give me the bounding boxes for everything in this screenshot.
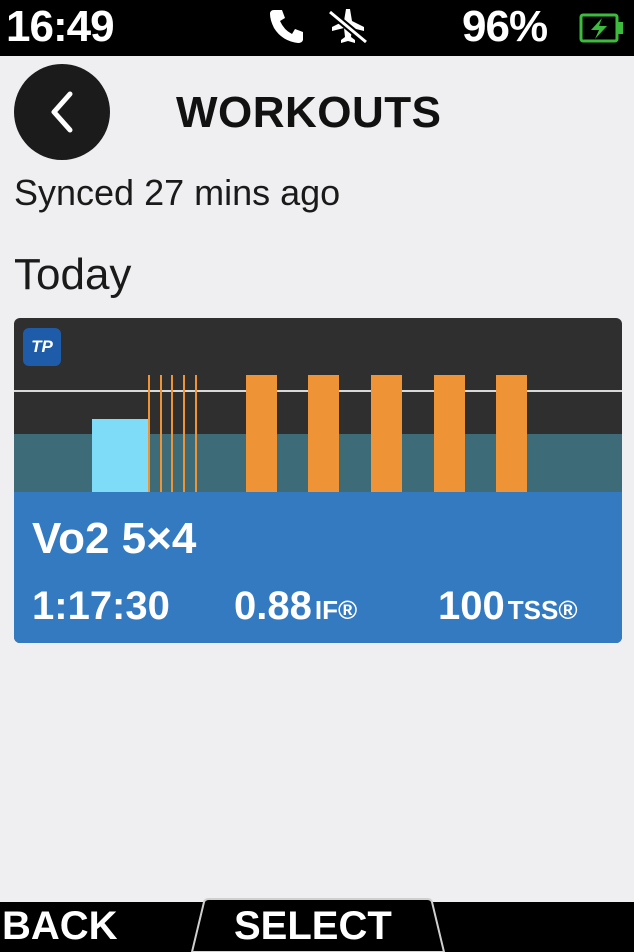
interval-block (308, 375, 339, 492)
interval-block (496, 375, 527, 492)
status-icons (268, 6, 378, 51)
trainingpeaks-logo: TP (23, 328, 61, 366)
tss-unit: TSS® (507, 595, 578, 625)
status-bar: 16:49 96% (0, 0, 634, 56)
select-softkey[interactable]: SELECT (234, 904, 392, 949)
opener-bar (195, 375, 197, 492)
tss-value: 100 (438, 584, 505, 628)
chevron-left-icon (51, 91, 73, 133)
back-softkey[interactable]: BACK (2, 904, 118, 949)
workout-intensity-chart (14, 375, 622, 492)
interval-block (434, 375, 465, 492)
airplane-off-icon (327, 9, 369, 45)
status-time: 16:49 (6, 2, 115, 51)
phone-airplane-icons (270, 9, 369, 45)
sync-status: Synced 27 mins ago (14, 172, 341, 213)
phone-icon (270, 10, 303, 43)
opener-bar (171, 375, 173, 492)
if-value: 0.88 (234, 584, 312, 628)
opener-bar (148, 375, 150, 492)
battery-percent: 96% (462, 2, 548, 51)
page-title: WORKOUTS (176, 88, 442, 137)
workout-if: 0.88 IF® (234, 584, 357, 629)
opener-bar (160, 375, 162, 492)
workout-tss: 100 TSS® (438, 584, 577, 629)
if-unit: IF® (314, 595, 358, 625)
back-button[interactable] (14, 64, 110, 160)
battery-charging-icon (578, 12, 626, 49)
interval-block (371, 375, 402, 492)
workout-name: Vo2 5×4 (32, 514, 197, 563)
workout-card[interactable]: TP Vo2 5×4 1:17:30 0.88 IF® 100 TSS® (14, 318, 622, 643)
workout-duration: 1:17:30 (32, 584, 170, 628)
interval-block (246, 375, 277, 492)
section-heading-today: Today (14, 250, 132, 299)
warmup-block (92, 419, 148, 492)
opener-bar (183, 375, 185, 492)
workout-info: Vo2 5×4 1:17:30 0.88 IF® 100 TSS® (14, 492, 622, 643)
